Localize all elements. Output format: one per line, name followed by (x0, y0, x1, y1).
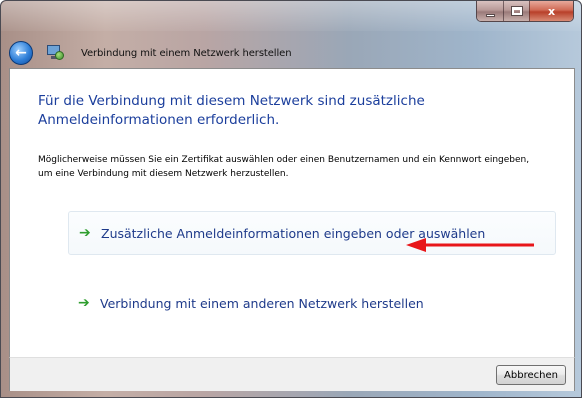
back-button[interactable]: ← (9, 41, 33, 65)
option-connect-other-network[interactable]: ➔ Verbindung mit einem anderen Netzwerk … (68, 281, 556, 325)
network-icon (45, 44, 65, 62)
back-arrow-icon: ← (15, 45, 27, 61)
close-icon: x (547, 4, 556, 18)
minimize-button[interactable] (477, 1, 503, 21)
maximize-icon (510, 6, 523, 16)
minimize-icon (485, 13, 495, 17)
dialog-window: x ← Verbindung mit einem Netzwerk herste… (0, 0, 582, 398)
content-panel: Für die Verbindung mit diesem Netzwerk s… (9, 68, 575, 357)
cancel-button[interactable]: Abbrechen (496, 365, 566, 385)
green-arrow-icon: ➔ (78, 295, 90, 311)
window-title: Verbindung mit einem Netzwerk herstellen (81, 47, 292, 59)
footer-bar: Abbrechen (9, 357, 575, 391)
caption-buttons: x (476, 1, 574, 22)
red-annotation-arrow-icon (406, 238, 534, 252)
page-description: Möglicherweise müssen Sie ein Zertifikat… (38, 155, 530, 179)
title-bar: ← Verbindung mit einem Netzwerk herstell… (9, 41, 292, 65)
page-heading: Für die Verbindung mit diesem Netzwerk s… (38, 93, 425, 128)
option-label: Verbindung mit einem anderen Netzwerk he… (100, 295, 424, 311)
close-button[interactable]: x (529, 1, 573, 21)
maximize-button[interactable] (503, 1, 529, 21)
green-arrow-icon: ➔ (79, 225, 91, 241)
